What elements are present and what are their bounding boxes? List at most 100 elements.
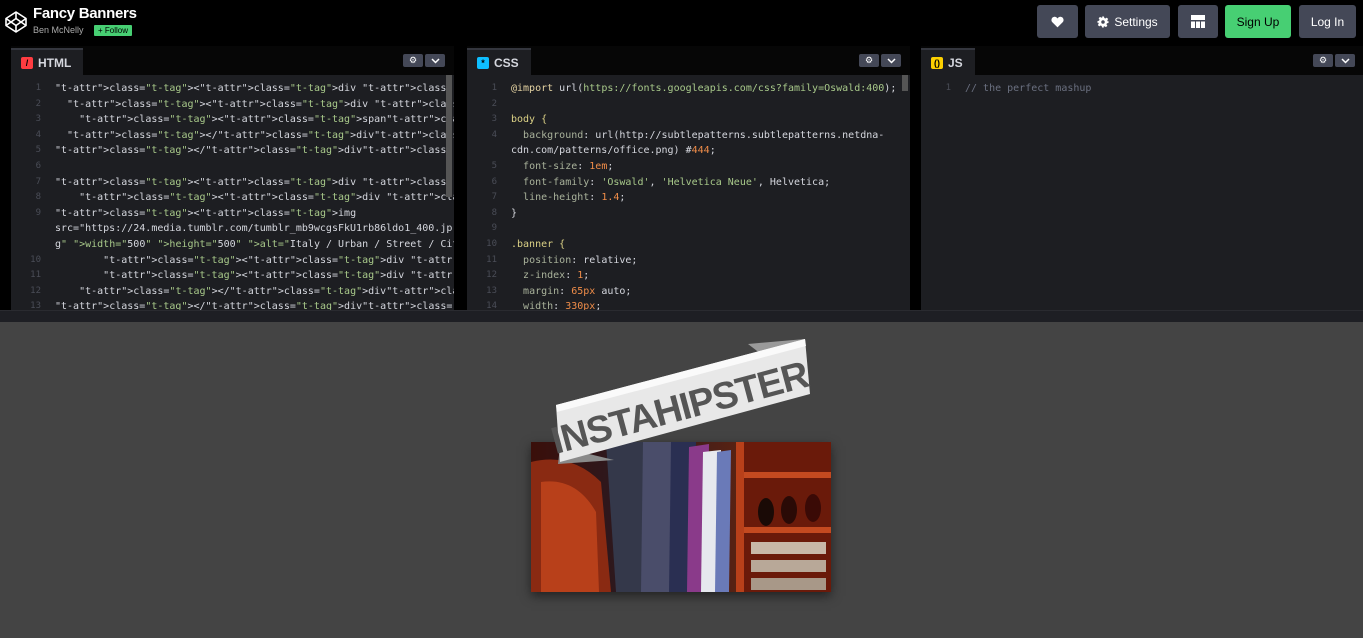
code-line[interactable]: 8} bbox=[467, 206, 910, 222]
css-code-editor[interactable]: 1 @import url(https://fonts.googleapis.co… bbox=[467, 75, 910, 310]
js-icon: () bbox=[931, 56, 943, 69]
code-line[interactable]: 1 "t-attr">class="t-tag"><"t-attr">class=… bbox=[11, 81, 454, 97]
gear-icon: ⚙ bbox=[1318, 55, 1328, 65]
js-settings-button[interactable]: ⚙ bbox=[1313, 54, 1333, 67]
code-line[interactable]: 3 "t-attr">class="t-tag"><"t-attr">class… bbox=[11, 112, 454, 128]
gear-icon: ⚙ bbox=[408, 55, 418, 65]
code-line[interactable]: 4 background: url(http://subtlepatterns.… bbox=[467, 128, 910, 144]
code-line[interactable]: 7 "t-attr">class="t-tag"><"t-attr">class=… bbox=[11, 175, 454, 191]
resize-divider[interactable] bbox=[0, 310, 1363, 322]
code-text: position: relative; bbox=[523, 254, 638, 266]
pen-title[interactable]: Fancy Banners bbox=[33, 5, 137, 22]
code-line[interactable]: cdn.com/patterns/office.png) #444; bbox=[467, 143, 910, 159]
tab-js-label: JS bbox=[948, 55, 963, 70]
follow-button[interactable]: + Follow bbox=[94, 25, 133, 36]
line-number: 13 bbox=[30, 301, 41, 310]
login-button[interactable]: Log In bbox=[1299, 5, 1356, 38]
code-text: margin: 65px auto; bbox=[523, 285, 632, 297]
tab-css[interactable]: * CSS bbox=[467, 48, 531, 75]
code-line[interactable]: 12 z-index: 1; bbox=[467, 268, 910, 284]
code-line[interactable]: 14 width: 330px; bbox=[467, 299, 910, 310]
line-number: 5 bbox=[491, 160, 497, 171]
settings-button[interactable]: Settings bbox=[1085, 5, 1170, 38]
line-number: 6 bbox=[35, 160, 41, 171]
layout-grid-icon bbox=[1191, 15, 1205, 28]
line-number: 10 bbox=[30, 254, 41, 265]
css-scrollbar[interactable] bbox=[902, 75, 908, 91]
heart-button[interactable] bbox=[1037, 5, 1078, 38]
code-line[interactable]: 13 margin: 65px auto; bbox=[467, 284, 910, 300]
code-line[interactable]: g" ">width="500" ">height="500" ">alt="I… bbox=[11, 237, 454, 253]
gear-icon: ⚙ bbox=[864, 55, 874, 65]
code-line[interactable]: 9 "t-attr">class="t-tag"><"t-attr">class=… bbox=[11, 206, 454, 222]
code-line[interactable]: 11 "t-attr">class="t-tag"><"t-attr">clas… bbox=[11, 268, 454, 284]
code-line[interactable]: 9 bbox=[467, 221, 910, 237]
line-number: 7 bbox=[35, 176, 41, 187]
code-text: "t-attr">class="t-tag"><"t-attr">class="… bbox=[55, 83, 454, 94]
css-editor-pane: * CSS ⚙ 1 @import url(https://fonts.googl… bbox=[467, 46, 910, 310]
js-editor-pane: () JS ⚙ 1 // the perfect mashup bbox=[921, 46, 1363, 310]
code-text: font-size: 1em; bbox=[523, 160, 614, 172]
tab-html[interactable]: / HTML bbox=[11, 48, 84, 75]
line-number: 9 bbox=[35, 207, 41, 218]
code-text: // the perfect mashup bbox=[965, 83, 1092, 94]
code-line[interactable]: 12 "t-attr">class="t-tag"></"t-attr">cla… bbox=[11, 284, 454, 300]
line-number: 11 bbox=[486, 254, 497, 265]
code-text: "t-attr">class="t-tag"><"t-attr">class="… bbox=[79, 114, 454, 126]
line-number: 12 bbox=[30, 285, 41, 296]
line-number: 1 bbox=[945, 83, 951, 93]
code-line[interactable]: 3 body { bbox=[467, 112, 910, 128]
code-line[interactable]: 13 "t-attr">class="t-tag"></"t-attr">clas… bbox=[11, 299, 454, 310]
code-line[interactable]: 4 "t-attr">class="t-tag"></"t-attr">clas… bbox=[11, 128, 454, 144]
code-text: "t-attr">class="t-tag"><"t-attr">class="… bbox=[103, 270, 454, 282]
line-number: 1 bbox=[491, 83, 497, 93]
change-view-button[interactable] bbox=[1178, 5, 1218, 38]
code-line[interactable]: 5 font-size: 1em; bbox=[467, 159, 910, 175]
tab-js[interactable]: () JS bbox=[921, 48, 975, 75]
tab-html-label: HTML bbox=[38, 55, 72, 70]
code-line[interactable]: 2 bbox=[467, 97, 910, 113]
html-code-editor[interactable]: 1 "t-attr">class="t-tag"><"t-attr">class=… bbox=[11, 75, 454, 310]
code-line[interactable]: 1 // the perfect mashup bbox=[921, 81, 1363, 97]
css-icon: * bbox=[477, 56, 489, 69]
line-number: 2 bbox=[35, 98, 41, 109]
line-number: 3 bbox=[491, 114, 497, 125]
signup-button[interactable]: Sign Up bbox=[1225, 5, 1291, 38]
code-line[interactable]: 10 "t-attr">class="t-tag"><"t-attr">clas… bbox=[11, 253, 454, 269]
code-line[interactable]: 6 font-family: 'Oswald', 'Helvetica Neue… bbox=[467, 175, 910, 191]
js-collapse-button[interactable] bbox=[1335, 54, 1355, 67]
line-number: 8 bbox=[35, 192, 41, 203]
js-code-editor[interactable]: 1 // the perfect mashup bbox=[921, 75, 1363, 310]
tab-css-label: CSS bbox=[494, 55, 519, 70]
line-number: 4 bbox=[35, 129, 41, 140]
line-number: 9 bbox=[491, 223, 497, 234]
top-header: Fancy Banners Ben McNelly + Follow Setti… bbox=[0, 0, 1363, 46]
code-text: "t-attr">class="t-tag"><"t-attr">class="… bbox=[55, 176, 454, 188]
code-line[interactable]: 1 @import url(https://fonts.googleapis.co… bbox=[467, 81, 910, 97]
code-line[interactable]: 5 "t-attr">class="t-tag"></"t-attr">class… bbox=[11, 143, 454, 159]
code-line[interactable]: 8 "t-attr">class="t-tag"><"t-attr">class… bbox=[11, 190, 454, 206]
code-line[interactable]: 6 bbox=[11, 159, 454, 175]
code-text: "t-attr">class="t-tag"></"t-attr">class=… bbox=[55, 301, 454, 310]
code-text: "t-attr">class="t-tag"></"t-attr">class=… bbox=[67, 129, 454, 141]
css-collapse-button[interactable] bbox=[881, 54, 901, 67]
html-settings-button[interactable]: ⚙ bbox=[403, 54, 423, 67]
code-line[interactable]: src="https://24.media.tumblr.com/tumblr_… bbox=[11, 221, 454, 237]
line-number: 7 bbox=[491, 192, 497, 203]
code-line[interactable]: 10 .banner { bbox=[467, 237, 910, 253]
code-line[interactable]: 11 position: relative; bbox=[467, 253, 910, 269]
code-line[interactable]: 2 "t-attr">class="t-tag"><"t-attr">class… bbox=[11, 97, 454, 113]
line-number: 13 bbox=[486, 285, 497, 296]
code-text: g" ">width="500" ">height="500" ">alt="I… bbox=[55, 238, 454, 250]
css-settings-button[interactable]: ⚙ bbox=[859, 54, 879, 67]
author-name[interactable]: Ben McNelly bbox=[33, 25, 84, 35]
html-collapse-button[interactable] bbox=[425, 54, 445, 67]
code-line[interactable]: 7 line-height: 1.4; bbox=[467, 190, 910, 206]
line-number: 6 bbox=[491, 176, 497, 187]
html-scrollbar[interactable] bbox=[446, 75, 452, 197]
line-number: 14 bbox=[486, 301, 497, 310]
codepen-logo-icon[interactable] bbox=[4, 10, 28, 34]
result-preview: INSTAHIPSTER bbox=[0, 322, 1363, 638]
code-text: background: url(http://subtlepatterns.su… bbox=[523, 129, 885, 141]
code-text: line-height: 1.4; bbox=[523, 192, 626, 204]
